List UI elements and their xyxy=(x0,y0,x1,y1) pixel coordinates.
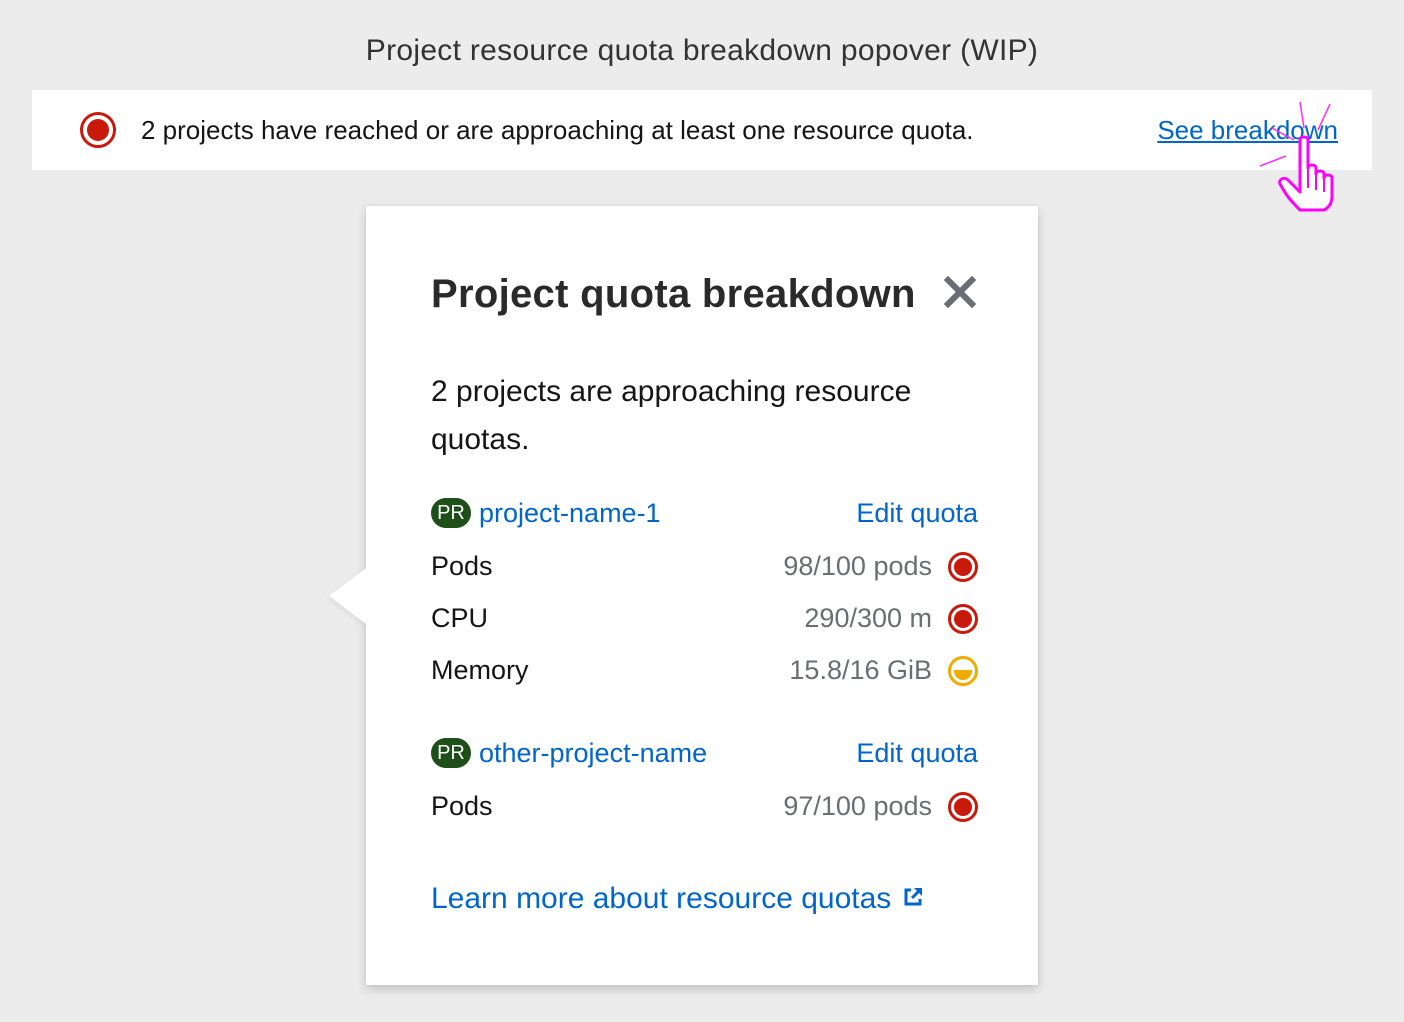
edit-quota-link[interactable]: Edit quota xyxy=(856,496,978,530)
hand-pointer-icon xyxy=(1259,101,1334,212)
danger-circle-icon xyxy=(948,604,978,634)
quota-value: 98/100 pods xyxy=(783,551,932,581)
danger-circle-icon xyxy=(80,112,116,148)
close-icon[interactable] xyxy=(942,274,978,310)
project-link[interactable]: project-name-1 xyxy=(479,496,661,530)
danger-circle-icon xyxy=(948,552,978,582)
quota-label: Pods xyxy=(431,551,493,581)
quota-row: Pods 98/100 pods xyxy=(431,549,978,585)
quota-row: CPU 290/300 m xyxy=(431,601,978,637)
quota-label: Memory xyxy=(431,655,529,685)
quota-row: Memory 15.8/16 GiB xyxy=(431,653,978,689)
popover-summary: 2 projects are approaching resource quot… xyxy=(431,375,912,456)
project-link[interactable]: other-project-name xyxy=(479,736,707,770)
learn-more-link[interactable]: Learn more about resource quotas xyxy=(431,880,925,918)
quota-label: CPU xyxy=(431,603,489,633)
quota-value: 290/300 m xyxy=(804,603,932,633)
project-header: PR project-name-1 Edit quota xyxy=(431,496,978,536)
learn-more-label: Learn more about resource quotas xyxy=(431,882,892,915)
external-link-icon xyxy=(904,888,923,906)
project-badge: PR xyxy=(431,738,471,768)
quota-alert-banner: 2 projects have reached or are approachi… xyxy=(32,90,1372,170)
alert-message: 2 projects have reached or are approachi… xyxy=(141,115,974,145)
quota-label: Pods xyxy=(431,791,493,821)
popover-title: Project quota breakdown xyxy=(431,272,916,316)
danger-circle-icon xyxy=(948,792,978,822)
project-badge: PR xyxy=(431,498,471,528)
page-title: Project resource quota breakdown popover… xyxy=(365,34,1039,67)
edit-quota-link[interactable]: Edit quota xyxy=(856,736,978,770)
project-header: PR other-project-name Edit quota xyxy=(431,736,978,776)
popover-arrow xyxy=(329,568,366,624)
warning-half-circle-icon xyxy=(948,656,978,686)
quota-value: 97/100 pods xyxy=(783,791,932,821)
quota-value: 15.8/16 GiB xyxy=(789,655,932,685)
quota-breakdown-popover: Project quota breakdown 2 projects are a… xyxy=(329,206,1038,985)
quota-row: Pods 97/100 pods xyxy=(431,789,978,825)
